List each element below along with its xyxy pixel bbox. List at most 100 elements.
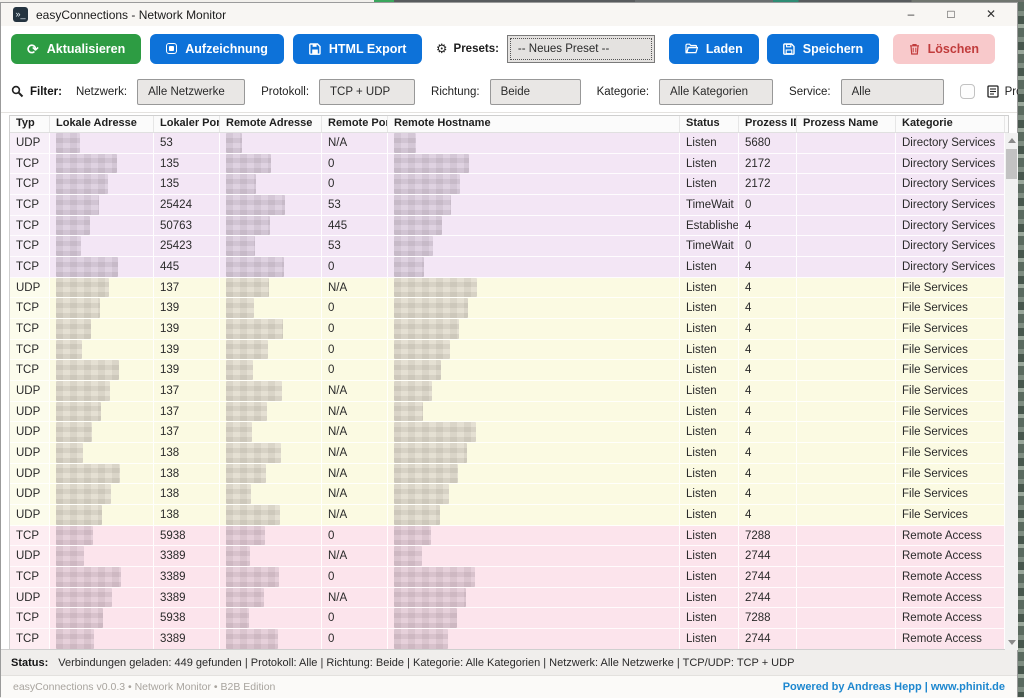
table-row[interactable]: UDP137N/AListen4File Services [10, 422, 1005, 443]
table-row[interactable]: TCP1390Listen4File Services [10, 360, 1005, 381]
table-row[interactable]: TCP1350Listen2172Directory Services [10, 174, 1005, 195]
scroll-down-arrow[interactable] [1005, 636, 1018, 650]
cell-typ: UDP [10, 422, 50, 442]
cell-local-address [50, 381, 154, 401]
cell-status: Established [680, 216, 739, 236]
footer-bar: easyConnections v0.0.3 • Network Monitor… [1, 675, 1017, 698]
table-row[interactable]: TCP1350Listen2172Directory Services [10, 154, 1005, 175]
record-button[interactable]: Aufzeichnung [150, 34, 284, 64]
table-row[interactable]: UDP137N/AListen4File Services [10, 402, 1005, 423]
cell-remote-address [220, 526, 322, 546]
cell-category: File Services [896, 422, 1005, 442]
scroll-up-arrow[interactable] [1005, 133, 1018, 147]
table-row[interactable]: UDP137N/AListen4File Services [10, 381, 1005, 402]
kategorie-select[interactable]: Alle Kategorien [659, 79, 773, 105]
redacted-value [394, 629, 448, 649]
netzwerk-label: Netzwerk: [76, 86, 127, 98]
cell-remote-hostname [388, 546, 680, 566]
redacted-value [394, 319, 459, 339]
load-preset-button[interactable]: Laden [669, 34, 759, 64]
redacted-value [226, 216, 270, 236]
column-header-remote-hostname[interactable]: Remote Hostname [388, 116, 680, 132]
cell-remote-port: 0 [322, 257, 388, 277]
column-header-typ[interactable]: Typ [10, 116, 50, 132]
cell-remote-address [220, 464, 322, 484]
table-row[interactable]: UDP138N/AListen4File Services [10, 505, 1005, 526]
cell-remote-hostname [388, 133, 680, 153]
table-row[interactable]: UDP138N/AListen4File Services [10, 443, 1005, 464]
column-header-remote-adresse[interactable]: Remote Adresse [220, 116, 322, 132]
minimize-button[interactable]: – [891, 4, 931, 25]
scrollbar-thumb[interactable] [1006, 149, 1017, 179]
column-header-kategorie[interactable]: Kategorie [896, 116, 1005, 132]
save-preset-button[interactable]: Speichern [767, 34, 879, 64]
table-row[interactable]: UDP3389N/AListen2744Remote Access [10, 546, 1005, 567]
column-header-lokale-adresse[interactable]: Lokale Adresse [50, 116, 154, 132]
table-row[interactable]: TCP1390Listen4File Services [10, 298, 1005, 319]
richtung-select[interactable]: Beide [490, 79, 581, 105]
table-row[interactable]: TCP33890Listen2744Remote Access [10, 567, 1005, 588]
cell-typ: TCP [10, 195, 50, 215]
cell-local-port: 5938 [154, 526, 220, 546]
table-row[interactable]: TCP59380Listen7288Remote Access [10, 526, 1005, 547]
table-row[interactable]: UDP3389N/AListen2744Remote Access [10, 588, 1005, 609]
cell-category: Directory Services [896, 174, 1005, 194]
table-row[interactable]: TCP4450Listen4Directory Services [10, 257, 1005, 278]
html-export-button[interactable]: HTML Export [293, 34, 423, 64]
cell-local-port: 445 [154, 257, 220, 277]
powered-by-link[interactable]: Powered by Andreas Hepp | www.phinit.de [783, 681, 1005, 693]
table-row[interactable]: TCP1390Listen4File Services [10, 340, 1005, 361]
service-select[interactable]: Alle [841, 79, 944, 105]
table-row[interactable]: TCP50763445Established4Directory Service… [10, 216, 1005, 237]
cell-process-name [797, 546, 896, 566]
table-row[interactable]: TCP2542453TimeWait0Directory Services [10, 195, 1005, 216]
vertical-scrollbar[interactable] [1005, 133, 1018, 650]
netzwerk-select[interactable]: Alle Netzwerke [137, 79, 245, 105]
column-header-lokaler-port[interactable]: Lokaler Port [154, 116, 220, 132]
cell-process-id: 7288 [739, 526, 797, 546]
table-row[interactable]: TCP59380Listen7288Remote Access [10, 608, 1005, 629]
table-row[interactable]: UDP53N/AListen5680Directory Services [10, 133, 1005, 154]
cell-typ: UDP [10, 402, 50, 422]
table-row[interactable]: UDP137N/AListen4File Services [10, 278, 1005, 299]
maximize-button[interactable]: □ [931, 4, 971, 25]
cell-process-id: 4 [739, 484, 797, 504]
cell-remote-hostname [388, 340, 680, 360]
preset-select[interactable]: -- Neues Preset -- [507, 35, 655, 63]
redacted-value [394, 443, 467, 463]
app-version-text: easyConnections v0.0.3 • Network Monitor… [13, 681, 275, 693]
redacted-value [56, 546, 84, 566]
redacted-value [226, 608, 249, 628]
cell-process-name [797, 195, 896, 215]
redacted-value [394, 298, 468, 318]
cell-local-port: 25424 [154, 195, 220, 215]
table-row[interactable]: TCP33890Listen2744Remote Access [10, 629, 1005, 650]
delete-preset-button[interactable]: Löschen [893, 34, 995, 64]
cell-remote-address [220, 505, 322, 525]
save-icon [783, 43, 795, 55]
column-header-prozess-name[interactable]: Prozess Name [797, 116, 896, 132]
cell-process-id: 2172 [739, 154, 797, 174]
cell-remote-port: 0 [322, 567, 388, 587]
table-row[interactable]: TCP2542353TimeWait0Directory Services [10, 236, 1005, 257]
column-header-remote-port[interactable]: Remote Port [322, 116, 388, 132]
refresh-button[interactable]: ⟳ Aktualisieren [11, 34, 141, 64]
cell-process-id: 0 [739, 195, 797, 215]
cell-process-id: 2744 [739, 567, 797, 587]
redacted-value [394, 464, 458, 484]
table-row[interactable]: UDP138N/AListen4File Services [10, 484, 1005, 505]
protokoll-select[interactable]: TCP + UDP [319, 79, 415, 105]
cell-process-name [797, 464, 896, 484]
cell-remote-hostname [388, 422, 680, 442]
table-row[interactable]: UDP138N/AListen4File Services [10, 464, 1005, 485]
close-button[interactable]: ✕ [971, 4, 1011, 25]
cell-status: Listen [680, 340, 739, 360]
cell-local-address [50, 484, 154, 504]
table-row[interactable]: TCP1390Listen4File Services [10, 319, 1005, 340]
richtung-label: Richtung: [431, 86, 480, 98]
redacted-value [226, 154, 271, 174]
cell-status: Listen [680, 443, 739, 463]
processinfo-checkbox[interactable] [960, 84, 975, 99]
column-header-status[interactable]: Status [680, 116, 739, 132]
column-header-prozess-id[interactable]: Prozess ID [739, 116, 797, 132]
